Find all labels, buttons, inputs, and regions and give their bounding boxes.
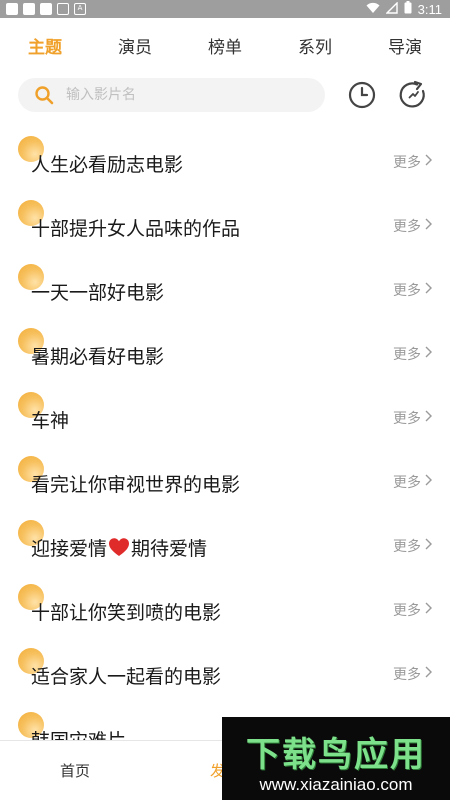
- more-label: 更多: [393, 475, 421, 491]
- list-item-title: 一天一部好电影: [31, 282, 165, 304]
- notification-icons: A: [6, 3, 86, 15]
- notification-icon: [6, 3, 18, 15]
- list-item-title: 暑期必看好电影: [31, 346, 165, 368]
- more-label: 更多: [393, 283, 421, 299]
- more-link[interactable]: 更多: [393, 280, 432, 300]
- list-item[interactable]: 车神 更多: [0, 384, 450, 448]
- battery-icon: [404, 1, 412, 17]
- list-item[interactable]: 十部让你笑到喷的电影 更多: [0, 576, 450, 640]
- tab-theme[interactable]: 主题: [0, 28, 90, 68]
- list-item[interactable]: 十部提升女人品味的作品 更多: [0, 192, 450, 256]
- chevron-right-icon: [425, 154, 432, 170]
- more-link[interactable]: 更多: [393, 536, 432, 556]
- list-item-title: 人生必看励志电影: [31, 154, 184, 176]
- list-item-title: 十部提升女人品味的作品: [31, 218, 241, 240]
- notification-icon: [40, 3, 52, 15]
- tab-series[interactable]: 系列: [270, 28, 360, 68]
- more-label: 更多: [393, 411, 421, 427]
- more-label: 更多: [393, 155, 421, 171]
- list-item[interactable]: 看完让你审视世界的电影 更多: [0, 448, 450, 512]
- list-item[interactable]: 人生必看励志电影 更多: [0, 128, 450, 192]
- list-item-title: 十部让你笑到喷的电影: [31, 602, 222, 624]
- search-input[interactable]: [66, 78, 316, 112]
- signal-icon: [384, 0, 398, 17]
- more-link[interactable]: 更多: [393, 408, 432, 428]
- list-item-title: 看完让你审视世界的电影: [31, 474, 241, 496]
- list-item-title: 车神: [31, 410, 70, 432]
- more-link[interactable]: 更多: [393, 344, 432, 364]
- more-label: 更多: [393, 667, 421, 683]
- more-link[interactable]: 更多: [393, 600, 432, 620]
- nav-home[interactable]: 首页: [0, 741, 150, 800]
- history-clock-icon[interactable]: [347, 80, 377, 110]
- list-item[interactable]: 适合家人一起看的电影 更多: [0, 640, 450, 704]
- refresh-icon[interactable]: [398, 80, 428, 110]
- status-bar: A 3:11: [0, 0, 450, 18]
- more-link[interactable]: 更多: [393, 152, 432, 172]
- chevron-right-icon: [425, 602, 432, 618]
- notification-icon: [23, 3, 35, 15]
- list-item-title: 迎接爱情 期待爱情: [31, 534, 207, 562]
- chevron-right-icon: [425, 346, 432, 362]
- more-label: 更多: [393, 219, 421, 235]
- more-label: 更多: [393, 603, 421, 619]
- image-notification-icon: [57, 3, 69, 15]
- chevron-right-icon: [425, 410, 432, 426]
- watermark-url: www.xiazainiao.com: [259, 775, 413, 794]
- title-part: 期待爱情: [131, 538, 208, 560]
- more-link[interactable]: 更多: [393, 216, 432, 236]
- tab-rankings[interactable]: 榜单: [180, 28, 270, 68]
- topic-list: 人生必看励志电影 更多 十部提升女人品味的作品 更多 一天一部好电影 更多 暑期…: [0, 128, 450, 768]
- list-item[interactable]: 暑期必看好电影 更多: [0, 320, 450, 384]
- tab-actors[interactable]: 演员: [90, 28, 180, 68]
- more-link[interactable]: 更多: [393, 664, 432, 684]
- search-icon: [34, 85, 54, 109]
- list-item[interactable]: 迎接爱情 期待爱情 更多: [0, 512, 450, 576]
- chevron-right-icon: [425, 282, 432, 298]
- app-notification-icon: A: [74, 3, 86, 15]
- search-bar: [18, 78, 325, 112]
- chevron-right-icon: [425, 666, 432, 682]
- chevron-right-icon: [425, 538, 432, 554]
- list-item[interactable]: 一天一部好电影 更多: [0, 256, 450, 320]
- list-item-title: 适合家人一起看的电影: [31, 666, 222, 688]
- watermark-overlay: 下载鸟应用 www.xiazainiao.com: [222, 717, 450, 800]
- more-label: 更多: [393, 539, 421, 555]
- chevron-right-icon: [425, 218, 432, 234]
- heart-icon: [108, 537, 130, 562]
- watermark-logo: 下载鸟应用: [246, 735, 426, 775]
- more-label: 更多: [393, 347, 421, 363]
- category-tabs: 主题 演员 榜单 系列 导演: [0, 28, 450, 68]
- clock-time: 3:11: [417, 1, 442, 17]
- wifi-icon: [366, 2, 380, 17]
- tab-directors[interactable]: 导演: [360, 28, 450, 68]
- title-part: 迎接爱情: [31, 538, 108, 560]
- chevron-right-icon: [425, 474, 432, 490]
- more-link[interactable]: 更多: [393, 472, 432, 492]
